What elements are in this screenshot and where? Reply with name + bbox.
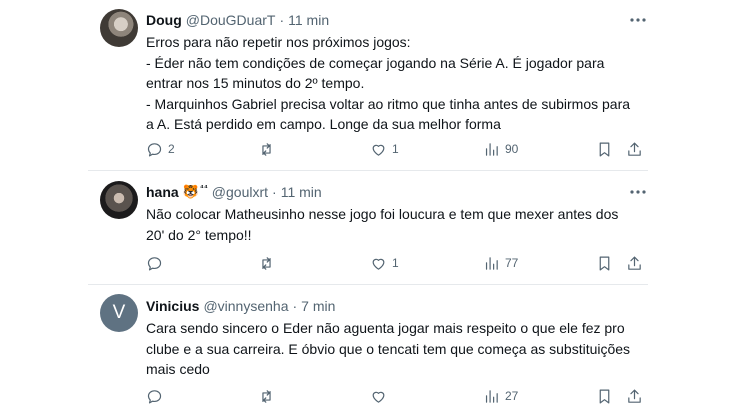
- repost-icon: [262, 389, 271, 403]
- separator-dot: ·: [272, 184, 277, 200]
- tweet: hana 🐯 ⁴⁴ @goulxrt · 11 min Não colocar …: [88, 182, 648, 272]
- views-icon: [485, 389, 498, 403]
- tweet-line: - Éder não tem condições de começar joga…: [146, 54, 605, 71]
- views-button[interactable]: 77: [483, 252, 518, 274]
- tweet-line: a A. Está perdido em campo. Longe da sua…: [146, 116, 501, 132]
- more-icon[interactable]: [628, 10, 648, 30]
- bookmark-button[interactable]: [596, 385, 613, 407]
- like-icon: [372, 258, 385, 270]
- views-button[interactable]: 90: [483, 138, 518, 160]
- timestamp[interactable]: 7 min: [301, 298, 335, 314]
- tweet-line: Não colocar Matheusinho nesse jogo foi l…: [146, 206, 619, 222]
- tweet-actions: 2 1 90: [146, 138, 648, 160]
- bookmark-button[interactable]: [596, 138, 613, 160]
- tweet-divider: [88, 170, 648, 171]
- like-count: 1: [392, 256, 399, 270]
- reply-button[interactable]: [146, 252, 168, 274]
- repost-icon: [262, 142, 271, 156]
- tweet-line: - Marquinhos Gabriel precisa voltar ao r…: [146, 95, 631, 112]
- more-icon[interactable]: [628, 182, 648, 202]
- bookmark-button[interactable]: [596, 252, 613, 274]
- author-handle[interactable]: @DouGDuarT: [186, 12, 276, 28]
- author-name[interactable]: Doug: [146, 12, 182, 28]
- like-button[interactable]: 1: [370, 138, 399, 160]
- tweet-text: Cara sendo sincero o Eder não aguenta jo…: [146, 318, 646, 380]
- views-count: 27: [505, 389, 519, 403]
- tweet-line: 20' do 2° tempo!!: [146, 226, 252, 243]
- views-count: 90: [505, 142, 519, 156]
- views-icon: [485, 142, 498, 156]
- tweet-line: mais cedo: [146, 361, 210, 377]
- bookmark-icon: [599, 389, 610, 403]
- tweet: Doug @DouGDuarT · 11 min Erros para não …: [88, 10, 648, 160]
- share-button[interactable]: [626, 252, 643, 274]
- tweet-line: Erros para não repetir nos próximos jogo…: [146, 34, 411, 50]
- bookmark-icon: [599, 256, 610, 270]
- like-icon: [372, 391, 385, 403]
- views-icon: [485, 256, 498, 270]
- bookmark-icon: [599, 142, 610, 156]
- tweet-actions: 1 77: [146, 252, 648, 274]
- reply-icon: [147, 256, 162, 270]
- timestamp[interactable]: 11 min: [281, 184, 322, 200]
- tweet-line: Cara sendo sincero o Eder não aguenta jo…: [146, 320, 625, 336]
- tweet: Vinicius @vinnysenha · 7 min Cara sendo …: [88, 296, 648, 408]
- tweet-header: hana 🐯 ⁴⁴ @goulxrt · 11 min: [146, 182, 322, 202]
- tweet-header: Vinicius @vinnysenha · 7 min: [146, 296, 335, 316]
- repost-button[interactable]: [258, 252, 275, 274]
- like-count: 1: [392, 142, 399, 156]
- repost-icon: [262, 256, 271, 270]
- tweet-line: entrar nos 15 minutos do 2º tempo.: [146, 75, 365, 91]
- share-icon: [628, 142, 641, 156]
- author-name[interactable]: Vinicius: [146, 298, 199, 314]
- author-handle[interactable]: @goulxrt: [212, 184, 268, 200]
- tweet-text: Erros para não repetir nos próximos jogo…: [146, 32, 646, 135]
- share-icon: [628, 256, 641, 270]
- like-icon: [372, 144, 385, 156]
- like-button[interactable]: [370, 385, 392, 407]
- share-button[interactable]: [626, 138, 643, 160]
- reply-icon: [147, 142, 162, 156]
- views-count: 77: [505, 256, 519, 270]
- reply-count: 2: [168, 142, 175, 156]
- reply-button[interactable]: [146, 385, 168, 407]
- timestamp[interactable]: 11 min: [288, 12, 329, 28]
- reply-icon: [147, 389, 162, 403]
- views-button[interactable]: 27: [483, 385, 518, 407]
- share-button[interactable]: [626, 385, 643, 407]
- reply-button[interactable]: 2: [146, 138, 175, 160]
- tweet-text: Não colocar Matheusinho nesse jogo foi l…: [146, 204, 646, 245]
- author-name[interactable]: hana: [146, 184, 179, 200]
- author-handle[interactable]: @vinnysenha: [203, 298, 288, 314]
- separator-dot: ·: [292, 298, 298, 314]
- tiger-emoji: 🐯: [182, 184, 199, 199]
- repost-button[interactable]: [258, 138, 275, 160]
- tweet-header: Doug @DouGDuarT · 11 min: [146, 10, 329, 30]
- separator-dot: ·: [279, 12, 285, 28]
- share-icon: [628, 389, 641, 403]
- like-button[interactable]: 1: [370, 252, 399, 274]
- repost-button[interactable]: [258, 385, 275, 407]
- tweet-actions: 27: [146, 385, 648, 407]
- tweet-line: clube e a sua carreira. E óbvio que o te…: [146, 340, 631, 357]
- tweet-divider: [88, 284, 648, 285]
- name-suffix: ⁴⁴: [199, 182, 208, 192]
